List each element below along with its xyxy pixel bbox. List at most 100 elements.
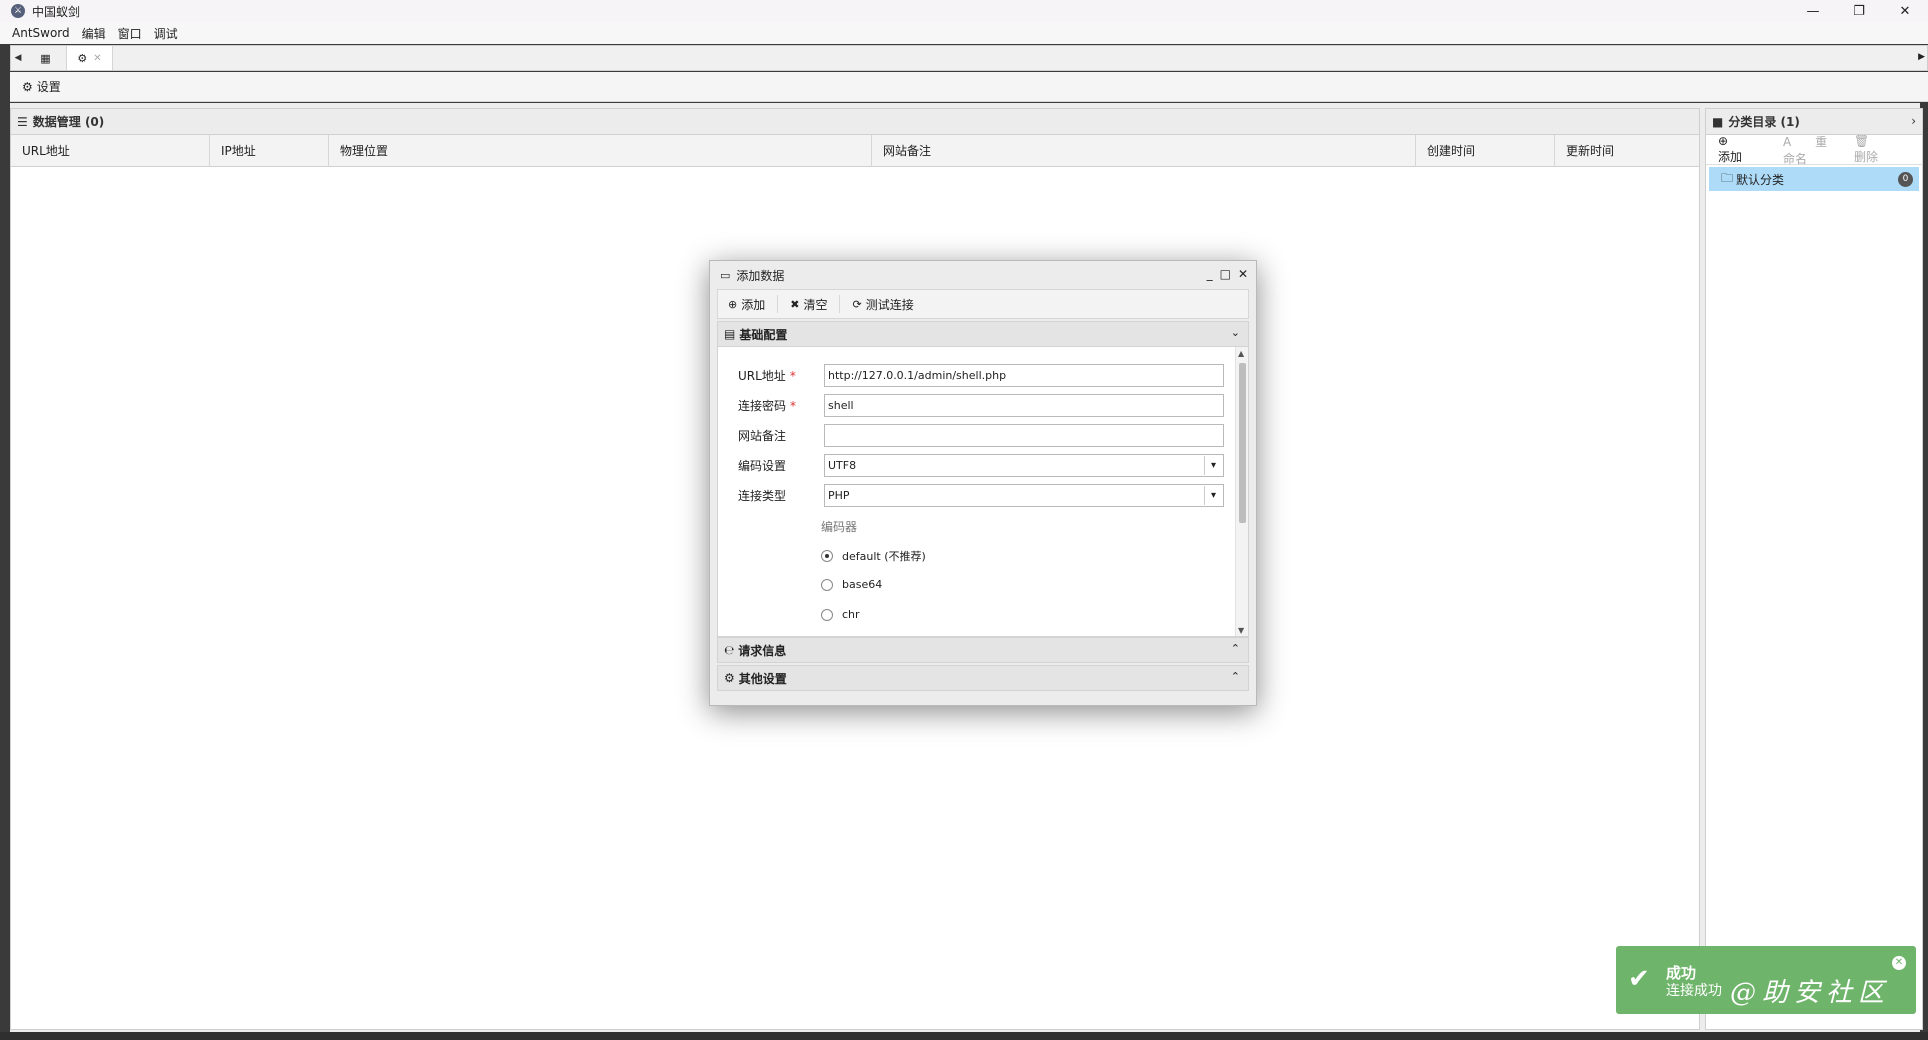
basic-config-body: URL地址 * http://127.0.0.1/admin/shell.php … bbox=[717, 347, 1249, 637]
title-bar: ⚔ 中国蚁剑 — ❐ ✕ bbox=[0, 0, 1928, 22]
category-panel: ■ 分类目录 (1) › ⊕ 添加 A 重命名 🗑 删除 🗀 默认分类 0 bbox=[1705, 108, 1923, 1030]
url-row: URL地址 * http://127.0.0.1/admin/shell.php bbox=[738, 364, 1224, 387]
url-input[interactable]: http://127.0.0.1/admin/shell.php bbox=[824, 364, 1224, 387]
category-item-label: 默认分类 bbox=[1736, 172, 1785, 187]
column-header-ip[interactable]: IP地址 bbox=[210, 135, 329, 167]
menu-item-debug[interactable]: 调试 bbox=[154, 25, 178, 42]
column-header-note[interactable]: 网站备注 bbox=[872, 135, 1416, 167]
password-row: 连接密码 * shell bbox=[738, 394, 1224, 417]
type-row: 连接类型 PHP ▾ bbox=[738, 484, 1224, 507]
window-title: 中国蚁剑 bbox=[32, 4, 81, 19]
rename-icon: A bbox=[1783, 134, 1792, 149]
settings-toolbar: ⚙ 设置 bbox=[10, 72, 1928, 102]
dialog-title: 添加数据 bbox=[736, 268, 785, 283]
dialog-toolbar: ⊕ 添加 ✖ 清空 ⟳ 测试连接 bbox=[717, 289, 1249, 319]
section-request-title: 请求信息 bbox=[738, 643, 787, 658]
encoder-option-label: chr bbox=[842, 608, 860, 621]
toast-close-icon[interactable]: ✕ bbox=[1892, 956, 1906, 970]
data-grid-header: URL地址 IP地址 物理位置 网站备注 创建时间 更新时间 bbox=[11, 135, 1699, 167]
dialog-close-button[interactable]: ✕ bbox=[1238, 267, 1248, 281]
dialog-test-connection-button[interactable]: ⟳ 测试连接 bbox=[852, 295, 925, 313]
data-panel-header: ☰ 数据管理 (0) bbox=[11, 109, 1699, 135]
maximize-button[interactable]: ❐ bbox=[1836, 0, 1882, 22]
encoder-option-default[interactable]: default (不推荐) bbox=[821, 548, 926, 564]
collapse-icon[interactable]: › bbox=[1911, 114, 1916, 128]
password-input[interactable]: shell bbox=[824, 394, 1224, 417]
scrollbar[interactable]: ▲ ▼ bbox=[1235, 347, 1248, 636]
dialog-add-button[interactable]: ⊕ 添加 bbox=[728, 295, 779, 313]
chevron-down-icon: ▾ bbox=[1204, 486, 1222, 505]
encoder-option-chr[interactable]: chr bbox=[821, 608, 860, 621]
password-label: 连接密码 bbox=[738, 399, 787, 413]
encoder-option-base64[interactable]: base64 bbox=[821, 578, 882, 591]
tab-scroll-right-icon[interactable]: ▶ bbox=[1918, 52, 1925, 62]
chevron-up-icon: ⌃ bbox=[1230, 642, 1240, 655]
tab-settings[interactable]: ⚙ ✕ bbox=[67, 46, 113, 70]
category-delete-button[interactable]: 🗑 删除 bbox=[1854, 134, 1902, 165]
scroll-up-icon[interactable]: ▲ bbox=[1238, 349, 1244, 358]
column-header-updated[interactable]: 更新时间 bbox=[1555, 135, 1699, 167]
menu-item-antsword[interactable]: AntSword bbox=[12, 26, 70, 40]
dialog-maximize-button[interactable]: □ bbox=[1220, 267, 1231, 281]
category-panel-title: 分类目录 (1) bbox=[1728, 115, 1800, 129]
note-input[interactable] bbox=[824, 424, 1224, 447]
dialog-clear-button[interactable]: ✖ 清空 bbox=[790, 295, 841, 313]
category-add-button[interactable]: ⊕ 添加 bbox=[1718, 134, 1763, 165]
encoding-select[interactable]: UTF8 ▾ bbox=[824, 454, 1224, 477]
add-icon: ⊕ bbox=[1718, 134, 1729, 148]
encoding-row: 编码设置 UTF8 ▾ bbox=[738, 454, 1224, 477]
taskbar-strip bbox=[0, 1032, 1928, 1040]
dialog-add-label: 添加 bbox=[741, 297, 766, 312]
data-panel-title: 数据管理 (0) bbox=[32, 115, 105, 129]
cogs-icon: ⚙ bbox=[724, 671, 735, 685]
radio-button[interactable] bbox=[821, 578, 833, 591]
category-rename-button[interactable]: A 重命名 bbox=[1783, 133, 1834, 167]
toast-message: 连接成功 bbox=[1666, 983, 1722, 999]
category-item-default[interactable]: 🗀 默认分类 0 bbox=[1709, 167, 1919, 191]
chevron-down-icon: ▾ bbox=[1204, 456, 1222, 475]
menu-item-edit[interactable]: 编辑 bbox=[82, 25, 106, 42]
encoder-option-label: base64 bbox=[842, 578, 883, 591]
dialog-minimize-button[interactable]: _ bbox=[1207, 267, 1213, 281]
radio-button[interactable] bbox=[821, 550, 833, 562]
folder-icon: ■ bbox=[1712, 114, 1724, 129]
menu-bar: AntSword 编辑 窗口 调试 bbox=[0, 22, 1928, 44]
required-mark: * bbox=[789, 369, 796, 383]
encoder-option-label: default (不推荐) bbox=[842, 550, 926, 563]
section-basic-title: 基础配置 bbox=[739, 327, 788, 342]
dialog-clear-label: 清空 bbox=[803, 297, 828, 312]
type-label: 连接类型 bbox=[738, 489, 787, 503]
note-row: 网站备注 bbox=[738, 424, 1224, 447]
column-header-created[interactable]: 创建时间 bbox=[1416, 135, 1555, 167]
scroll-down-icon[interactable]: ▼ bbox=[1238, 626, 1244, 635]
minimize-button[interactable]: — bbox=[1790, 0, 1836, 22]
dialog-controls: _ □ ✕ bbox=[1200, 267, 1248, 281]
encoder-label: 编码器 bbox=[821, 520, 858, 534]
tab-home[interactable]: ▦ bbox=[25, 46, 67, 70]
grid-icon: ▦ bbox=[40, 51, 51, 65]
section-other-settings[interactable]: ⚙ 其他设置 ⌃ bbox=[717, 665, 1249, 691]
encoding-label: 编码设置 bbox=[738, 459, 787, 473]
scroll-thumb[interactable] bbox=[1239, 363, 1246, 523]
type-select[interactable]: PHP ▾ bbox=[824, 484, 1224, 507]
tab-close-icon[interactable]: ✕ bbox=[93, 53, 101, 64]
tab-bar: ◀ ▦ ⚙ ✕ ▶ bbox=[10, 45, 1928, 71]
column-header-url[interactable]: URL地址 bbox=[11, 135, 210, 167]
category-toolbar: ⊕ 添加 A 重命名 🗑 删除 bbox=[1706, 133, 1922, 167]
tab-scroll-left-icon[interactable]: ◀ bbox=[11, 53, 25, 63]
app-logo-icon: ⚔ bbox=[11, 4, 25, 18]
section-basic-config[interactable]: ▤ 基础配置 ⌄ bbox=[717, 321, 1249, 347]
window-icon: ▭ bbox=[720, 268, 731, 282]
menu-item-window[interactable]: 窗口 bbox=[118, 25, 142, 42]
settings-button[interactable]: 设置 bbox=[37, 78, 61, 95]
close-button[interactable]: ✕ bbox=[1882, 0, 1928, 22]
section-request-info[interactable]: ℮ 请求信息 ⌃ bbox=[717, 637, 1249, 663]
column-header-location[interactable]: 物理位置 bbox=[329, 135, 872, 167]
watermark: @助安社区 bbox=[1730, 978, 1891, 1008]
encoding-value: UTF8 bbox=[828, 459, 857, 472]
trash-icon: 🗑 bbox=[1853, 134, 1870, 148]
spinner-icon: ⟳ bbox=[852, 297, 862, 311]
dialog-title-bar[interactable]: ▭ 添加数据 _ □ ✕ bbox=[710, 261, 1256, 289]
dialog-test-label: 测试连接 bbox=[865, 297, 914, 312]
radio-button[interactable] bbox=[821, 608, 833, 621]
